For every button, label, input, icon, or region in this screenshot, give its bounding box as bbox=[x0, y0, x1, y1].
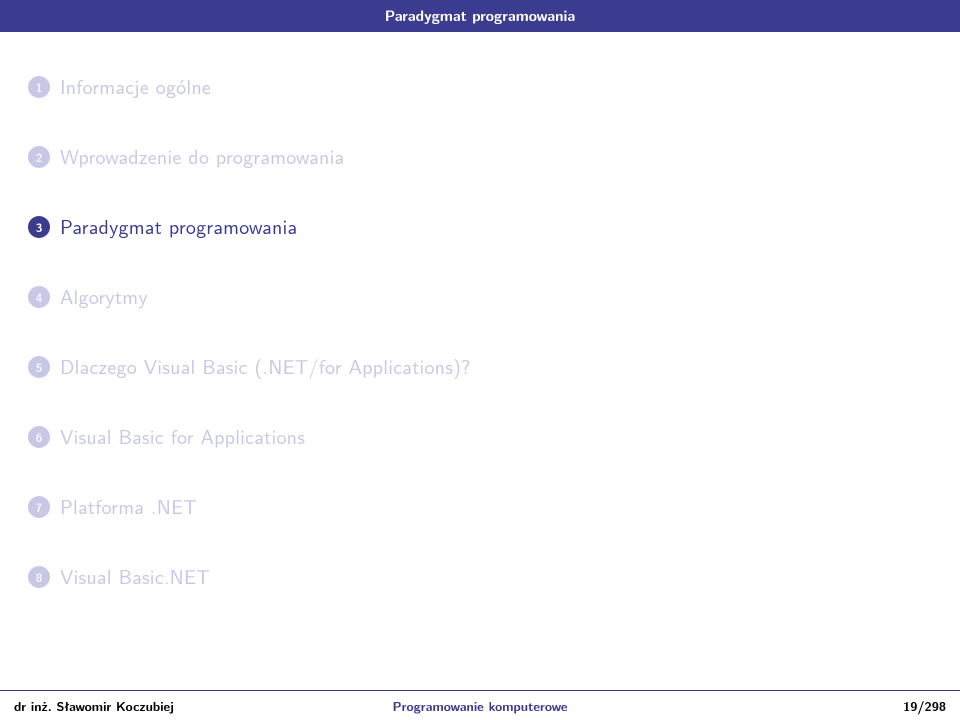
slide-header: Paradygmat programowania bbox=[0, 0, 960, 32]
toc-badge: 8 bbox=[28, 566, 50, 588]
footer-author: dr inż. Sławomir Koczubiej bbox=[14, 696, 174, 715]
header-title: Paradygmat programowania bbox=[385, 5, 576, 26]
slide: Paradygmat programowania 1 Informacje og… bbox=[0, 0, 960, 720]
toc-badge: 5 bbox=[28, 356, 50, 378]
footer-page-number: 19/298 bbox=[903, 696, 946, 715]
toc-badge: 3 bbox=[28, 216, 50, 238]
toc-label: Informacje ogólne bbox=[60, 72, 211, 101]
toc-badge: 6 bbox=[28, 426, 50, 448]
toc-list: 1 Informacje ogólne 2 Wprowadzenie do pr… bbox=[0, 32, 960, 720]
toc-item-7[interactable]: 7 Platforma .NET bbox=[28, 492, 940, 521]
toc-label: Visual Basic for Applications bbox=[60, 422, 305, 451]
toc-badge: 7 bbox=[28, 496, 50, 518]
toc-item-1[interactable]: 1 Informacje ogólne bbox=[28, 72, 940, 101]
toc-item-3[interactable]: 3 Paradygmat programowania bbox=[28, 212, 940, 241]
toc-item-5[interactable]: 5 Dlaczego Visual Basic (.NET/for Applic… bbox=[28, 352, 940, 381]
toc-label: Dlaczego Visual Basic (.NET/for Applicat… bbox=[60, 352, 471, 381]
toc-label: Algorytmy bbox=[60, 282, 148, 311]
toc-item-2[interactable]: 2 Wprowadzenie do programowania bbox=[28, 142, 940, 171]
toc-badge: 4 bbox=[28, 286, 50, 308]
toc-item-8[interactable]: 8 Visual Basic.NET bbox=[28, 562, 940, 591]
toc-badge: 2 bbox=[28, 146, 50, 168]
slide-footer: dr inż. Sławomir Koczubiej Programowanie… bbox=[0, 690, 960, 720]
footer-title: Programowanie komputerowe bbox=[393, 696, 568, 715]
toc-label: Visual Basic.NET bbox=[60, 562, 210, 591]
toc-badge: 1 bbox=[28, 76, 50, 98]
toc-item-6[interactable]: 6 Visual Basic for Applications bbox=[28, 422, 940, 451]
toc-label: Platforma .NET bbox=[60, 492, 197, 521]
toc-label: Wprowadzenie do programowania bbox=[60, 142, 344, 171]
toc-label: Paradygmat programowania bbox=[60, 212, 297, 241]
toc-item-4[interactable]: 4 Algorytmy bbox=[28, 282, 940, 311]
